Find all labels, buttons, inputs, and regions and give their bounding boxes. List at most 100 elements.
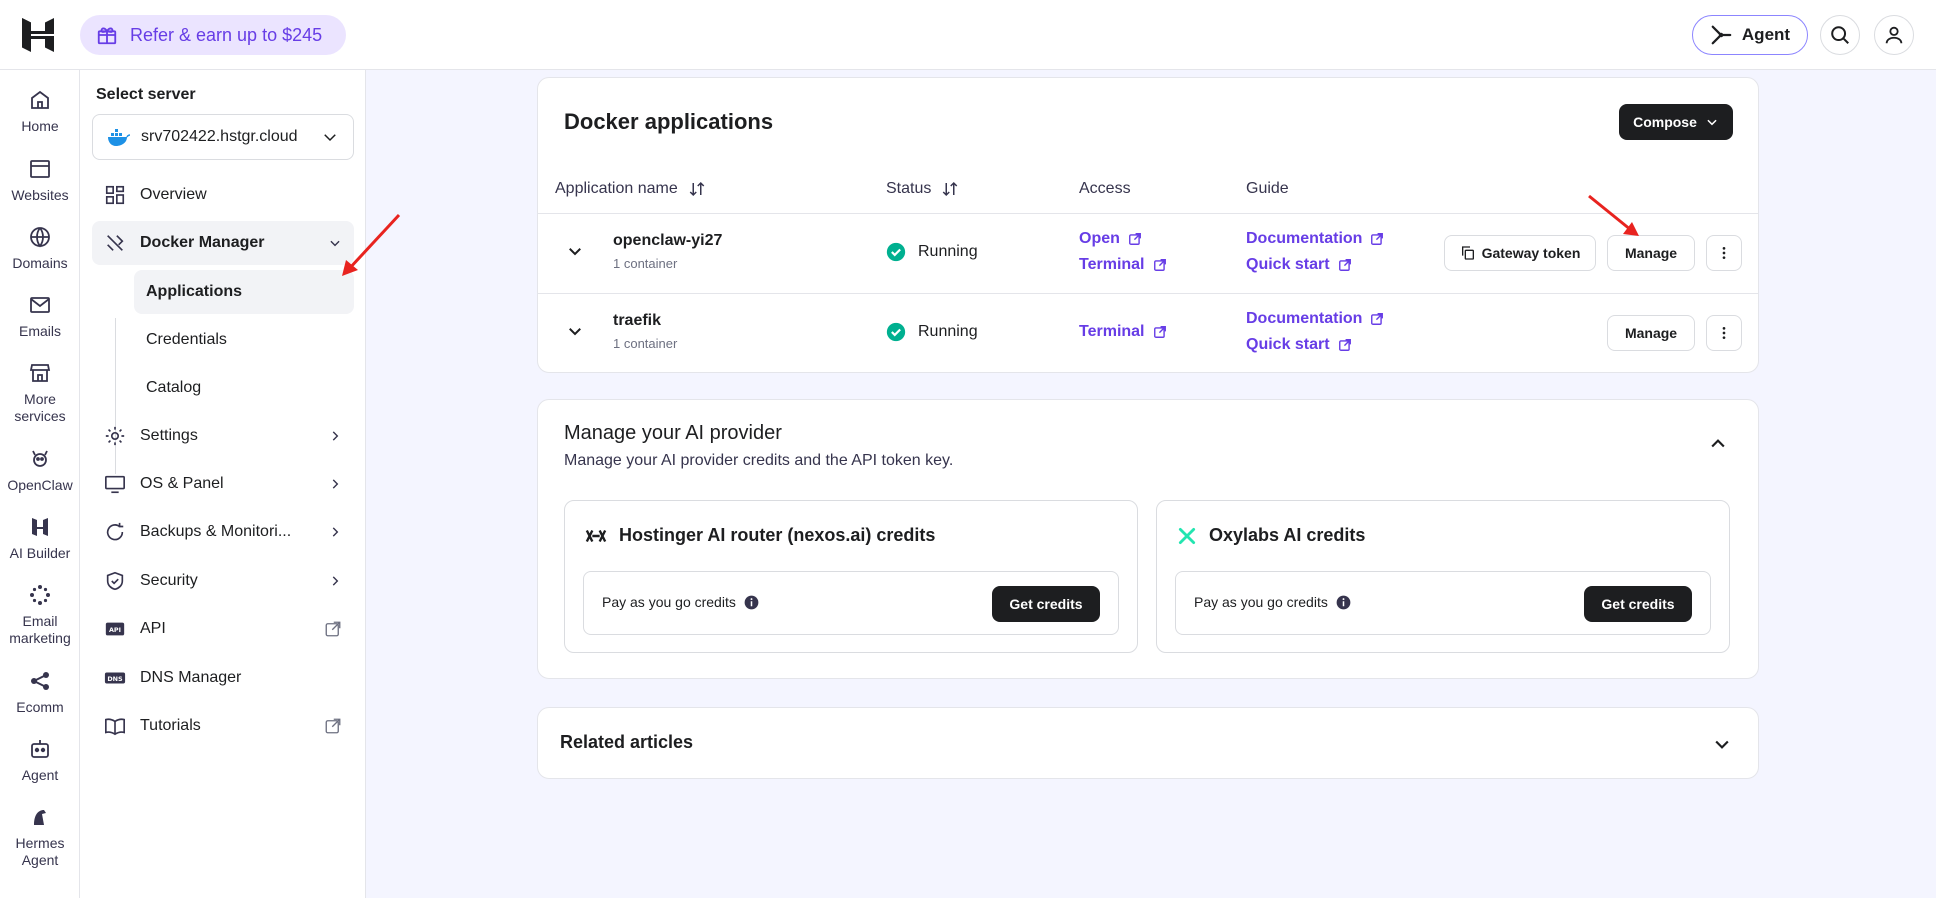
more-options-button[interactable] xyxy=(1706,315,1742,351)
manage-button[interactable]: Manage xyxy=(1607,235,1695,271)
nav-api[interactable]: API API xyxy=(92,607,354,651)
refer-earn-button[interactable]: Refer & earn up to $245 xyxy=(80,15,346,55)
gateway-label: Gateway token xyxy=(1481,245,1581,261)
monitor-icon xyxy=(105,475,125,494)
terminal-link[interactable]: Terminal xyxy=(1079,323,1167,341)
get-credits-button[interactable]: Get credits xyxy=(992,586,1100,622)
check-circle-icon xyxy=(886,322,906,342)
rail-openclaw[interactable]: OpenClaw xyxy=(0,447,80,494)
search-icon xyxy=(1831,26,1849,44)
col-app-name[interactable]: Application name xyxy=(555,180,706,198)
rail-label: Agent xyxy=(21,767,59,783)
nav-backups[interactable]: Backups & Monitori... xyxy=(92,510,354,554)
ai-title: Manage your AI provider xyxy=(564,422,782,444)
external-link-icon xyxy=(1371,233,1384,245)
tools-icon xyxy=(107,235,124,251)
status-badge: Running xyxy=(886,242,978,262)
col-guide: Guide xyxy=(1246,180,1289,197)
ai-subtitle: Manage your AI provider credits and the … xyxy=(564,452,954,469)
info-icon[interactable] xyxy=(744,595,759,610)
rail-more-services[interactable]: More services xyxy=(0,361,80,425)
store-icon xyxy=(29,364,51,382)
rail-label: Ecomm xyxy=(16,699,64,715)
chevron-right-icon xyxy=(332,431,339,441)
col-status[interactable]: Status xyxy=(886,180,959,198)
api-icon: API xyxy=(105,622,125,636)
home-icon xyxy=(31,90,49,109)
documentation-link[interactable]: Documentation xyxy=(1246,310,1384,328)
nav-credentials[interactable]: Credentials xyxy=(134,318,354,362)
related-articles-card[interactable]: Related articles xyxy=(537,707,1759,779)
external-link-icon xyxy=(1371,313,1384,325)
rail-hermes-agent[interactable]: Hermes Agent xyxy=(0,805,80,869)
nav-tutorials[interactable]: Tutorials xyxy=(92,704,354,748)
app-container-count: 1 container xyxy=(613,336,678,351)
manage-button[interactable]: Manage xyxy=(1607,315,1695,351)
compose-button[interactable]: Compose xyxy=(1619,104,1733,140)
nav-label: Overview xyxy=(140,186,207,203)
copy-icon xyxy=(1461,246,1474,260)
agent-icon xyxy=(31,740,49,758)
documentation-link[interactable]: Documentation xyxy=(1246,230,1384,248)
search-button[interactable] xyxy=(1820,15,1860,55)
server-select[interactable]: srv702422.hstgr.cloud xyxy=(92,114,354,160)
check-circle-icon xyxy=(886,242,906,262)
nav-docker-manager[interactable]: Docker Manager xyxy=(92,221,354,265)
terminal-link[interactable]: Terminal xyxy=(1079,256,1167,274)
quick-start-link[interactable]: Quick start xyxy=(1246,256,1352,274)
link-label: Terminal xyxy=(1079,256,1145,273)
svg-text:API: API xyxy=(109,626,121,634)
chevron-down-icon[interactable] xyxy=(1712,734,1732,754)
credit-heading: Oxylabs AI credits xyxy=(1177,525,1365,546)
nav-overview[interactable]: Overview xyxy=(92,173,354,217)
open-link[interactable]: Open xyxy=(1079,230,1142,248)
rail-ai-builder[interactable]: AI Builder xyxy=(0,515,80,562)
nav-label: OS & Panel xyxy=(140,475,224,492)
nav-dns-manager[interactable]: DNS DNS Manager xyxy=(92,656,354,700)
rail-domains[interactable]: Domains xyxy=(0,225,80,272)
gear-icon xyxy=(105,426,125,446)
get-credits-button[interactable]: Get credits xyxy=(1584,586,1692,622)
nav-security[interactable]: Security xyxy=(92,559,354,603)
rail-websites[interactable]: Websites xyxy=(0,157,80,204)
nav-os-panel[interactable]: OS & Panel xyxy=(92,462,354,506)
credit-title: Oxylabs AI credits xyxy=(1209,525,1366,545)
credit-heading: Hostinger AI router (nexos.ai) credits xyxy=(585,525,935,546)
more-options-button[interactable] xyxy=(1706,235,1742,271)
agent-button[interactable]: Agent xyxy=(1692,15,1808,55)
col-access: Access xyxy=(1079,180,1131,197)
docker-whale-icon xyxy=(108,129,131,146)
external-link-icon xyxy=(325,621,341,637)
rail-label: Hermes Agent xyxy=(15,835,65,868)
info-icon[interactable] xyxy=(1336,595,1351,610)
rail-label: AI Builder xyxy=(9,545,71,561)
mail-icon xyxy=(30,297,50,313)
rail-email-marketing[interactable]: Email marketing xyxy=(0,583,80,647)
link-label: Terminal xyxy=(1079,323,1145,340)
rail-emails[interactable]: Emails xyxy=(0,293,80,340)
rail-agent[interactable]: Agent xyxy=(0,737,80,784)
expand-row-icon[interactable] xyxy=(566,322,584,340)
hostinger-logo[interactable] xyxy=(22,18,54,52)
expand-row-icon[interactable] xyxy=(566,242,584,260)
rail-label: Websites xyxy=(11,187,69,203)
ai-provider-card: Manage your AI provider Manage your AI p… xyxy=(537,399,1759,679)
nav-applications[interactable]: Applications xyxy=(134,270,354,314)
book-icon xyxy=(105,718,125,736)
pay-as-you-go-box: Pay as you go credits Get credits xyxy=(1175,571,1711,635)
oxylabs-logo-icon xyxy=(1178,527,1196,544)
quick-start-link[interactable]: Quick start xyxy=(1246,336,1352,354)
rail-home[interactable]: Home xyxy=(0,88,80,135)
hostinger-credits-box: Hostinger AI router (nexos.ai) credits P… xyxy=(564,500,1138,653)
pay-label-text: Pay as you go credits xyxy=(602,594,736,610)
chevron-up-icon[interactable] xyxy=(1708,434,1728,454)
nexos-logo-icon xyxy=(585,529,607,542)
globe-icon xyxy=(30,227,50,248)
nav-settings[interactable]: Settings xyxy=(92,414,354,458)
nav-catalog[interactable]: Catalog xyxy=(134,366,354,410)
external-link-icon xyxy=(325,718,341,734)
gateway-token-button[interactable]: Gateway token xyxy=(1444,235,1596,271)
status-label: Running xyxy=(918,323,978,340)
account-button[interactable] xyxy=(1874,15,1914,55)
rail-ecomm[interactable]: Ecomm xyxy=(0,669,80,716)
